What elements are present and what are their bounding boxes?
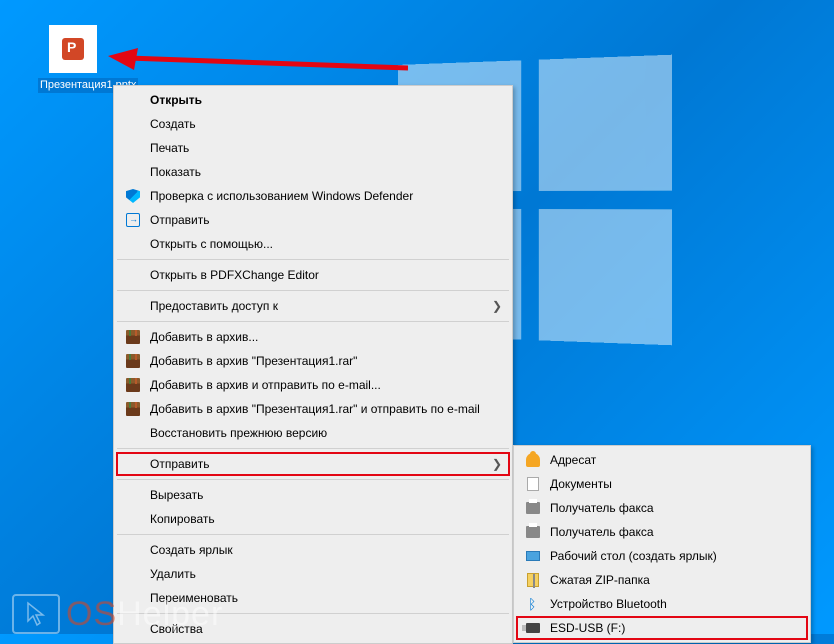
menu-rar-email[interactable]: Добавить в архив и отправить по e-mail..… [116,373,510,397]
menu-defender-scan[interactable]: Проверка с использованием Windows Defend… [116,184,510,208]
bluetooth-icon: ᛒ [528,597,538,611]
menu-rar-add[interactable]: Добавить в архив... [116,325,510,349]
sendto-documents[interactable]: Документы [516,472,808,496]
winrar-icon [126,330,140,344]
send-to-submenu: Адресат Документы Получатель факса Получ… [513,445,811,643]
annotation-arrow [108,48,408,88]
menu-open[interactable]: Открыть [116,88,510,112]
sendto-usb-drive[interactable]: ESD-USB (F:) [516,616,808,640]
watermark-helper: Helper [117,595,223,633]
menu-separator [117,259,509,260]
menu-separator [117,534,509,535]
menu-create[interactable]: Создать [116,112,510,136]
oshelper-watermark: OSHelper [12,594,223,634]
menu-open-with[interactable]: Открыть с помощью... [116,232,510,256]
menu-pdfxchange[interactable]: Открыть в PDFXChange Editor [116,263,510,287]
sendto-bluetooth[interactable]: ᛒ Устройство Bluetooth [516,592,808,616]
menu-cut[interactable]: Вырезать [116,483,510,507]
menu-copy[interactable]: Копировать [116,507,510,531]
winrar-icon [126,402,140,416]
fax-icon [526,526,540,538]
menu-separator [117,290,509,291]
submenu-arrow-icon: ❯ [490,457,502,471]
share-icon [126,213,140,227]
menu-print[interactable]: Печать [116,136,510,160]
menu-restore-version[interactable]: Восстановить прежнюю версию [116,421,510,445]
desktop-file-pptx[interactable]: Презентация1.pptx [38,25,108,93]
menu-send-to[interactable]: Отправить ❯ [116,452,510,476]
zip-icon [527,573,539,587]
menu-show[interactable]: Показать [116,160,510,184]
sendto-zip[interactable]: Сжатая ZIP-папка [516,568,808,592]
contact-icon [526,453,540,467]
menu-rar-email-named[interactable]: Добавить в архив "Презентация1.rar" и от… [116,397,510,421]
menu-share[interactable]: Отправить [116,208,510,232]
menu-grant-access[interactable]: Предоставить доступ к ❯ [116,294,510,318]
menu-delete[interactable]: Удалить [116,562,510,586]
menu-rar-add-named[interactable]: Добавить в архив "Презентация1.rar" [116,349,510,373]
winrar-icon [126,378,140,392]
sendto-fax[interactable]: Получатель факса [516,520,808,544]
usb-drive-icon [526,623,540,633]
fax-icon [526,502,540,514]
menu-create-shortcut[interactable]: Создать ярлык [116,538,510,562]
watermark-os: OS [66,595,117,633]
submenu-arrow-icon: ❯ [490,299,502,313]
context-menu: Открыть Создать Печать Показать Проверка… [113,85,513,644]
shield-icon [126,189,140,203]
cursor-icon [12,594,60,634]
desktop-icon [526,551,540,561]
sendto-recipient[interactable]: Адресат [516,448,808,472]
menu-separator [117,479,509,480]
winrar-icon [126,354,140,368]
menu-separator [117,448,509,449]
document-icon [527,477,539,491]
sendto-desktop-shortcut[interactable]: Рабочий стол (создать ярлык) [516,544,808,568]
menu-separator [117,321,509,322]
powerpoint-icon [49,25,97,73]
sendto-fax[interactable]: Получатель факса [516,496,808,520]
